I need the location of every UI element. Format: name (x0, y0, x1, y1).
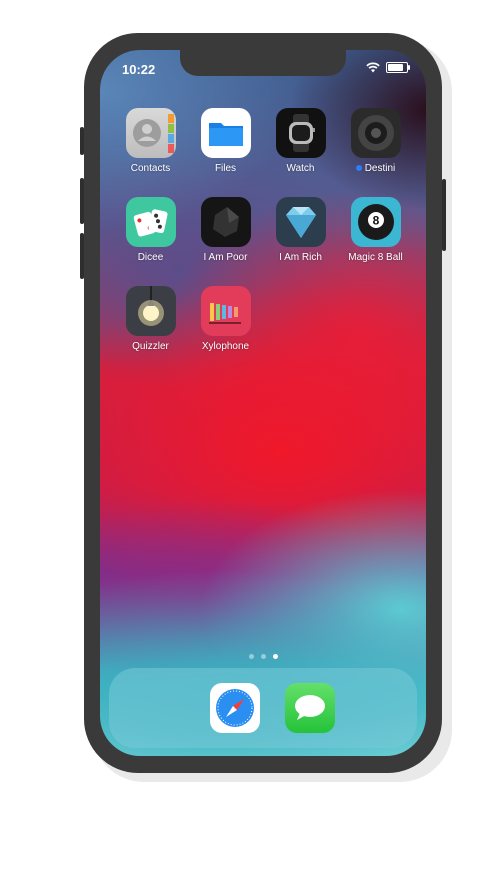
home-screen: 10:22 Contacts Files Watch Destini Dicee… (100, 50, 426, 756)
notch (180, 50, 346, 76)
app-watch[interactable]: Watch (263, 108, 338, 174)
page-dot (248, 654, 254, 659)
volume-down-button[interactable] (80, 233, 84, 279)
contacts-icon (125, 108, 176, 158)
app-quizzler[interactable]: Quizzler (113, 286, 188, 352)
dock-app-safari[interactable] (197, 683, 272, 733)
app-label: I Am Poor (203, 252, 248, 263)
page-indicator[interactable] (100, 654, 426, 659)
diamond-icon (275, 197, 326, 247)
speech-bubble-icon (284, 683, 335, 733)
battery-icon (386, 62, 410, 73)
app-i-am-rich[interactable]: I Am Rich (263, 197, 338, 263)
app-label: Quizzler (132, 341, 169, 352)
app-label: Files (214, 163, 237, 174)
app-label: I Am Rich (279, 252, 322, 263)
app-files[interactable]: Files (188, 108, 263, 174)
dock-app-messages[interactable] (272, 683, 347, 733)
new-dot-badge (355, 165, 362, 172)
watch-icon (275, 108, 326, 158)
dock (109, 668, 417, 748)
xylophone-icon (200, 286, 251, 336)
lightbulb-icon (125, 286, 176, 336)
eight-ball-icon: 8 (350, 197, 401, 247)
page-dot-active (272, 654, 278, 659)
app-magic-8-ball[interactable]: 8 Magic 8 Ball (338, 197, 413, 263)
app-label: Xylophone (201, 341, 250, 352)
app-label: Contacts (130, 163, 171, 174)
status-time: 10:22 (122, 62, 156, 77)
app-label: Watch (286, 163, 315, 174)
app-label: Destini (355, 163, 395, 174)
folder-icon (200, 108, 251, 158)
app-dicee[interactable]: Dicee (113, 197, 188, 263)
wifi-icon (366, 62, 380, 73)
app-destini[interactable]: Destini (338, 108, 413, 174)
coal-icon (200, 197, 251, 247)
svg-text:8: 8 (372, 214, 379, 228)
dice-icon (125, 197, 176, 247)
status-icons (366, 62, 410, 73)
page-dot (260, 654, 266, 659)
power-button[interactable] (442, 179, 446, 251)
app-label: Dicee (137, 252, 164, 263)
silent-switch[interactable] (80, 127, 84, 155)
app-label: Magic 8 Ball (348, 252, 403, 263)
destini-icon (350, 108, 401, 158)
compass-icon (209, 683, 260, 733)
app-xylophone[interactable]: Xylophone (188, 286, 263, 352)
app-i-am-poor[interactable]: I Am Poor (188, 197, 263, 263)
app-contacts[interactable]: Contacts (113, 108, 188, 174)
volume-up-button[interactable] (80, 178, 84, 224)
